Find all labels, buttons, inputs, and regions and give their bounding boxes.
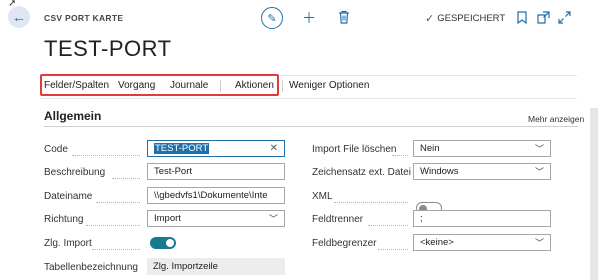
open-in-new-window-icon	[537, 11, 550, 24]
beschreibung-input-value: Test-Port	[154, 166, 193, 177]
bookmark-button[interactable]	[517, 11, 527, 29]
chevron-down-icon: ﹀	[534, 144, 544, 154]
feldtrenner-label: Feldtrenner	[312, 214, 364, 225]
back-button[interactable]: ←	[8, 6, 30, 28]
tabellenbezeichnung-value: Zlg. Importzeile	[153, 261, 218, 272]
open-new-window-button[interactable]	[537, 11, 550, 29]
highlight-annotation	[40, 74, 279, 96]
page-title: TEST-PORT	[44, 36, 172, 61]
delete-button[interactable]	[338, 10, 350, 29]
scrollbar[interactable]	[590, 108, 598, 280]
show-more-link[interactable]: Mehr anzeigen	[528, 114, 584, 124]
feldbegrenzer-select[interactable]: <keine> ﹀	[413, 234, 551, 251]
action-separator	[282, 80, 283, 92]
richtung-label: Richtung	[44, 214, 84, 225]
feldtrenner-value: ;	[420, 213, 423, 224]
dotted-leader	[112, 177, 140, 179]
feldbegrenzer-label: Feldbegrenzer	[312, 238, 377, 249]
dotted-leader	[92, 248, 140, 250]
action-weniger-optionen[interactable]: Weniger Optionen	[289, 80, 369, 91]
import-file-loeschen-value: Nein	[420, 143, 440, 154]
richtung-select-value: Import	[154, 213, 181, 224]
close-icon[interactable]: ✕	[270, 143, 278, 154]
code-input-value: TEST-PORT	[154, 143, 210, 154]
new-button[interactable]: ＋	[302, 8, 316, 28]
feldbegrenzer-value: <keine>	[420, 237, 454, 248]
feldtrenner-input[interactable]: ;	[413, 210, 551, 227]
chevron-down-icon: ﹀	[534, 167, 544, 177]
checkmark-icon: ✓	[425, 13, 435, 25]
page-caption: CSV PORT KARTE	[44, 13, 124, 23]
dotted-leader	[334, 201, 408, 203]
dotted-leader	[96, 201, 140, 203]
code-input[interactable]: TEST-PORT ✕	[147, 140, 285, 157]
pencil-icon: ✎	[267, 12, 277, 25]
code-label: Code	[44, 144, 68, 155]
dateiname-input[interactable]: \\gbedvfs1\Dokumente\Inte	[147, 187, 285, 204]
zlg-import-toggle[interactable]	[150, 237, 176, 249]
dotted-leader	[72, 154, 140, 156]
expand-icon	[558, 11, 571, 24]
dotted-leader	[86, 224, 140, 226]
beschreibung-label: Beschreibung	[44, 167, 106, 178]
zlg-import-label: Zlg. Import	[44, 238, 92, 249]
dateiname-label: Dateiname	[44, 191, 93, 202]
chevron-down-icon: ﹀	[534, 238, 544, 248]
plus-icon: ＋	[302, 10, 316, 26]
beschreibung-input[interactable]: Test-Port	[147, 163, 285, 180]
tabellenbezeichnung-field: Zlg. Importzeile	[147, 258, 285, 275]
section-title: Allgemein	[44, 109, 102, 123]
section-divider	[44, 126, 578, 127]
import-file-loeschen-select[interactable]: Nein ﹀	[413, 140, 551, 157]
expand-button[interactable]	[558, 11, 571, 29]
dotted-leader	[392, 154, 408, 156]
zeichensatz-value: Windows	[420, 166, 459, 177]
bookmark-icon	[517, 11, 527, 25]
toggle-knob	[166, 239, 174, 247]
zeichensatz-select[interactable]: Windows ﹀	[413, 163, 551, 180]
richtung-select[interactable]: Import ﹀	[147, 210, 285, 227]
xml-label: XML	[312, 191, 333, 202]
edit-button[interactable]: ✎	[261, 7, 283, 29]
save-status: ✓ GESPEICHERT	[425, 12, 505, 25]
trash-icon	[339, 10, 349, 24]
chevron-down-icon: ﹀	[268, 214, 278, 224]
arrow-left-icon: ←	[12, 9, 26, 25]
save-status-label: GESPEICHERT	[437, 13, 506, 24]
dotted-leader	[368, 224, 408, 226]
dateiname-input-value: \\gbedvfs1\Dokumente\Inte	[154, 190, 268, 201]
dotted-leader	[378, 248, 408, 250]
zeichensatz-label: Zeichensatz ext. Datei	[312, 167, 411, 178]
import-file-loeschen-label: Import File löschen	[312, 144, 397, 155]
tabellenbezeichnung-label: Tabellenbezeichnung	[44, 262, 138, 273]
